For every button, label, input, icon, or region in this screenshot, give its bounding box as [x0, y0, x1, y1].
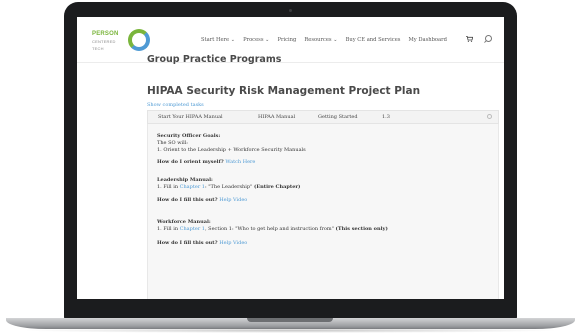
laptop-notch [247, 318, 333, 322]
logo-line-1: PERSON [92, 31, 119, 37]
main-content: Group Practice Programs HIPAA Security R… [77, 54, 504, 299]
nav-process[interactable]: Process ⌄ [243, 37, 269, 43]
show-completed-link[interactable]: Show completed tasks [147, 102, 204, 108]
camera [289, 9, 292, 12]
logo-text: PERSON CENTERED TECH [92, 31, 119, 52]
help-video-link-1[interactable]: Help Video [219, 197, 247, 203]
logo-line-2: CENTERED [92, 39, 116, 44]
help-video-link-2[interactable]: Help Video [219, 240, 247, 246]
fill-question-2: How do I fill this out? Help Video [157, 240, 247, 246]
workforce-post: , Section 1: "Who to get help and instru… [204, 226, 334, 232]
project-title: HIPAA Security Risk Management Project P… [147, 85, 421, 97]
leadership-line: 1. Fill in Chapter 1: "The Leadership" (… [157, 184, 300, 190]
task-row[interactable]: Start Your HIPAA Manual HIPAA Manual Get… [147, 110, 499, 124]
site-logo[interactable]: PERSON CENTERED TECH [92, 29, 152, 53]
nav-resources[interactable]: Resources ⌄ [304, 37, 337, 43]
nav-buy-ce[interactable]: Buy CE and Services [346, 37, 401, 43]
search-icon[interactable] [485, 35, 492, 42]
fill-question-2-text: How do I fill this out? [157, 240, 218, 246]
task-detail-panel: Security Officer Goals: The SO will: 1. … [147, 124, 499, 299]
logo-line-3: TECH [92, 46, 104, 51]
workforce-chapter-link[interactable]: Chapter 1 [180, 226, 205, 232]
laptop-shadow [20, 328, 561, 333]
leadership-post: : "The Leadership" [204, 184, 253, 190]
leadership-chapter-link[interactable]: Chapter 1 [180, 184, 205, 190]
main-nav: Start Here ⌄ Process ⌄ Pricing Resources… [201, 37, 447, 43]
orient-question: How do I orient myself? Watch Here [157, 159, 255, 165]
workforce-pre: 1. Fill in [157, 226, 180, 232]
cart-icon[interactable] [466, 36, 473, 42]
workforce-heading: Workforce Manual: [157, 219, 211, 225]
screen: PERSON CENTERED TECH Start Here ⌄ Proces… [77, 17, 504, 299]
goals-line-1: The SO will: [157, 140, 188, 146]
fill-question-1: How do I fill this out? Help Video [157, 197, 247, 203]
leadership-bold: (Entire Chapter) [253, 184, 301, 190]
nav-dashboard[interactable]: My Dashboard [408, 37, 446, 43]
workforce-bold: (This section only) [335, 226, 388, 232]
task-name: Start Your HIPAA Manual [158, 114, 223, 120]
toggle-icon[interactable] [487, 114, 492, 119]
goals-line-2: 1. Orient to the Leadership + Workforce … [157, 147, 306, 153]
leadership-heading: Leadership Manual: [157, 177, 213, 183]
task-phase: Getting Started [318, 114, 358, 120]
goals-heading: Security Officer Goals: [157, 133, 221, 139]
workforce-line: 1. Fill in Chapter 1, Section 1: "Who to… [157, 226, 388, 232]
page-title: Group Practice Programs [147, 54, 282, 65]
site-header: PERSON CENTERED TECH Start Here ⌄ Proces… [77, 17, 504, 63]
task-category: HIPAA Manual [258, 114, 296, 120]
nav-start-here[interactable]: Start Here ⌄ [201, 37, 235, 43]
nav-pricing[interactable]: Pricing [277, 37, 296, 43]
fill-question-1-text: How do I fill this out? [157, 197, 218, 203]
task-number: 1.3 [382, 114, 390, 120]
logo-ring-icon [128, 29, 150, 51]
orient-question-text: How do I orient myself? [157, 159, 224, 165]
leadership-pre: 1. Fill in [157, 184, 180, 190]
watch-here-link[interactable]: Watch Here [225, 159, 255, 165]
